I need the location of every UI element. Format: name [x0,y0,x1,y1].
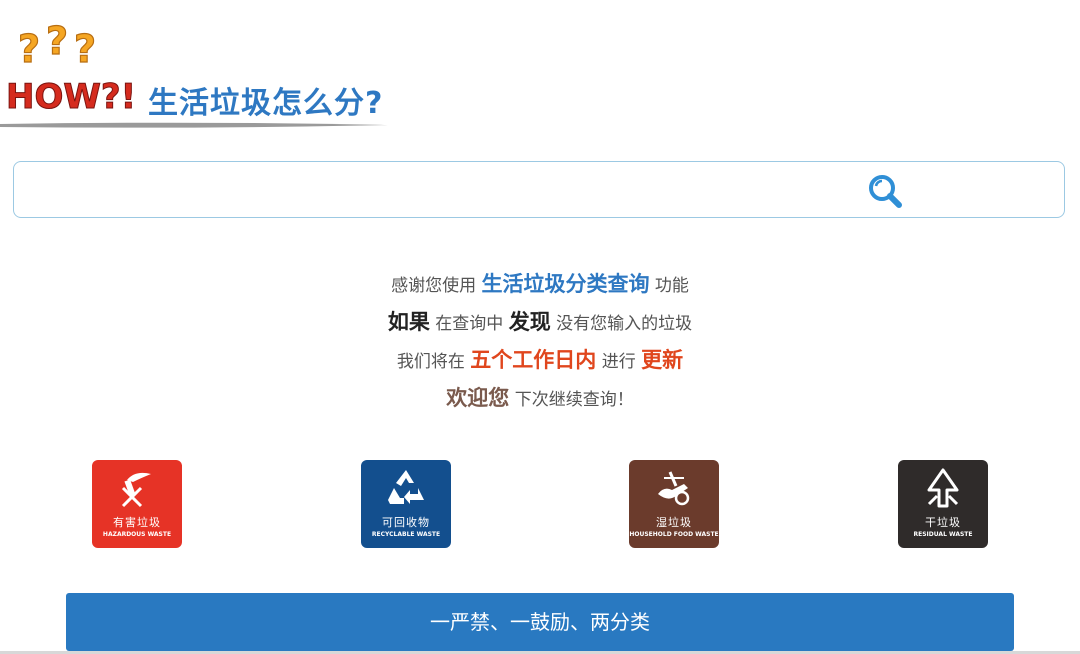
info-message: 感谢您使用 生活垃圾分类查询 功能 如果 在查询中 发现 没有您输入的垃圾 我们… [0,265,1080,417]
recyclable-waste-card[interactable]: 可回收物 RECYCLABLE WASTE [361,460,451,548]
bin-label-en: HAZARDOUS WASTE [102,531,172,538]
search-bar [13,161,1065,218]
info-text: 功能 [649,276,689,296]
policy-button[interactable]: 一严禁、一鼓励、两分类 [66,593,1014,651]
food-waste-icon [658,471,690,506]
bin-label: 有害垃圾 [113,516,161,529]
info-line-4: 欢迎您 下次继续查询！ [0,379,1080,417]
residual-waste-card[interactable]: 干垃圾 RESIDUAL WASTE [898,460,988,548]
header-divider [0,122,388,128]
info-highlight-red: 更新 [641,348,684,372]
recycle-icon [388,470,424,504]
info-text: 我们将在 [396,352,471,372]
how-logo: ? ? ? HOW?! [6,18,137,117]
svg-text:?: ? [18,27,40,71]
info-text: 在查询中 [429,314,509,334]
svg-text:?: ? [74,27,96,71]
residual-waste-icon [927,468,959,508]
info-highlight-brown: 欢迎您 [446,386,510,410]
waste-categories: 有害垃圾 HAZARDOUS WASTE 可回收物 RECYCLABLE WAS… [0,460,1080,550]
bin-label-en: RESIDUAL WASTE [913,531,973,538]
info-text: 没有您输入的垃圾 [550,314,693,334]
svg-text:?: ? [46,19,68,63]
search-icon [869,175,902,208]
info-text: 进行 [596,352,642,372]
bin-label: 湿垃圾 [656,516,692,529]
bin-label: 可回收物 [382,516,430,529]
info-text: 下次继续查询！ [509,390,634,410]
page-title: 生活垃圾怎么分? [148,86,384,121]
info-line-3: 我们将在 五个工作日内 进行 更新 [0,341,1080,379]
page-header: ? ? ? HOW?! 生活垃圾怎么分? [0,0,400,140]
hazardous-waste-card[interactable]: 有害垃圾 HAZARDOUS WASTE [92,460,182,548]
svg-text:HOW?!: HOW?! [6,77,136,117]
info-line-2: 如果 在查询中 发现 没有您输入的垃圾 [0,303,1080,341]
info-highlight-red: 五个工作日内 [470,348,597,372]
search-input[interactable] [28,172,852,210]
info-highlight-black: 如果 [387,310,430,334]
food-waste-card[interactable]: 湿垃圾 HOUSEHOLD FOOD WASTE [629,460,719,548]
bin-label-en: RECYCLABLE WASTE [371,531,441,538]
hazardous-battery-icon [121,472,151,508]
bin-label-en: HOUSEHOLD FOOD WASTE [629,531,719,538]
info-highlight-black: 发现 [508,310,551,334]
info-text: 感谢您使用 [391,276,482,296]
info-highlight-blue: 生活垃圾分类查询 [481,272,650,296]
info-line-1: 感谢您使用 生活垃圾分类查询 功能 [0,265,1080,303]
search-button[interactable] [866,172,906,210]
bin-label: 干垃圾 [925,516,961,529]
